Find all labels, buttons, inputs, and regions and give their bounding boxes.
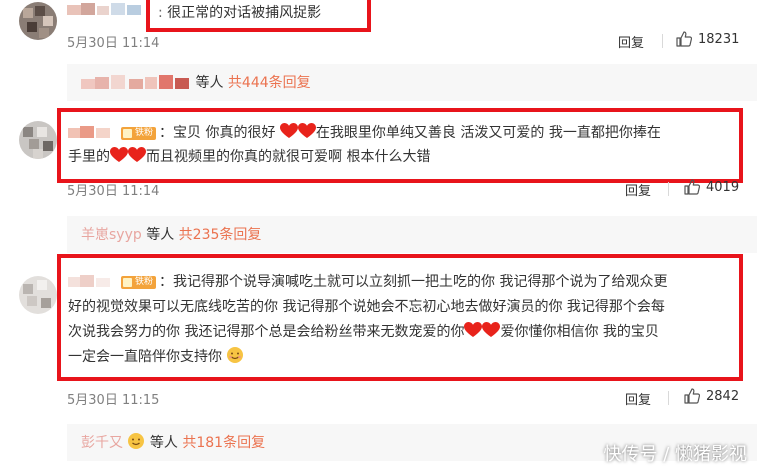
avatar[interactable]	[19, 276, 57, 314]
avatar[interactable]	[19, 121, 57, 159]
divider	[668, 182, 669, 196]
reply-count-link[interactable]: 共444条回复	[228, 75, 311, 91]
reply-summary-suffix: 等人	[146, 227, 175, 243]
like-count: 2842	[706, 388, 740, 404]
reply-button[interactable]: 回复	[618, 32, 644, 51]
reply-username[interactable]: 羊崽syyp	[81, 227, 142, 243]
like-button[interactable]: 18231	[676, 31, 739, 47]
red-heart-icon	[464, 322, 482, 338]
fan-badge: 铁粉	[121, 276, 157, 289]
reply-count-link[interactable]: 共235条回复	[179, 227, 262, 243]
reply-count-link[interactable]: 共181条回复	[182, 435, 265, 451]
like-button[interactable]: 4019	[684, 179, 739, 195]
username-mosaic	[68, 275, 118, 289]
red-heart-icon	[280, 123, 298, 139]
username-mosaic[interactable]	[67, 3, 147, 17]
comment-text: : 很正常的对话被捕风捉影	[158, 5, 322, 21]
smiling-emoji-icon	[227, 347, 244, 363]
comment-time: 5月30日 11:14	[67, 184, 160, 199]
fan-badge: 铁粉	[121, 127, 157, 140]
reply-username[interactable]: 彭千又	[81, 435, 123, 451]
thumbs-up-icon	[684, 179, 700, 195]
red-heart-icon	[482, 322, 500, 338]
red-heart-icon	[298, 123, 316, 139]
comment-text: 铁粉 ：宝贝 你真的很好 在我眼里你单纯又善良 活泼又可爱的 我一直都把你捧在 手…	[68, 123, 661, 165]
reply-summary-suffix: 等人	[195, 75, 224, 91]
username-mosaic	[68, 126, 118, 140]
like-count: 4019	[706, 179, 740, 195]
reply-summary-suffix: 等人	[149, 435, 178, 451]
thumbs-up-icon	[676, 31, 692, 47]
reply-summary-bar[interactable]: 羊崽syyp 等人 共235条回复	[67, 216, 757, 253]
smiling-emoji-icon	[128, 433, 145, 449]
like-button[interactable]: 2842	[684, 388, 739, 404]
username-mosaic	[81, 75, 191, 91]
reply-summary-bar[interactable]: 等人 共444条回复	[67, 64, 757, 101]
like-count: 18231	[698, 31, 740, 47]
divider	[662, 34, 663, 48]
avatar[interactable]	[19, 2, 57, 40]
divider	[668, 391, 669, 405]
red-heart-icon	[110, 147, 128, 163]
reply-button[interactable]: 回复	[625, 389, 651, 408]
comment-time: 5月30日 11:15	[67, 393, 160, 408]
comment-text: 铁粉 ：我记得那个说导演喊吃土就可以立刻抓一把土吃的你 我记得那个说为了给观众更 …	[68, 274, 668, 365]
comment-time: 5月30日 11:14	[67, 36, 160, 51]
watermark: 快传号 / 懒猪影视	[603, 444, 747, 465]
red-heart-icon	[128, 147, 146, 163]
reply-button[interactable]: 回复	[625, 180, 651, 199]
thumbs-up-icon	[684, 388, 700, 404]
